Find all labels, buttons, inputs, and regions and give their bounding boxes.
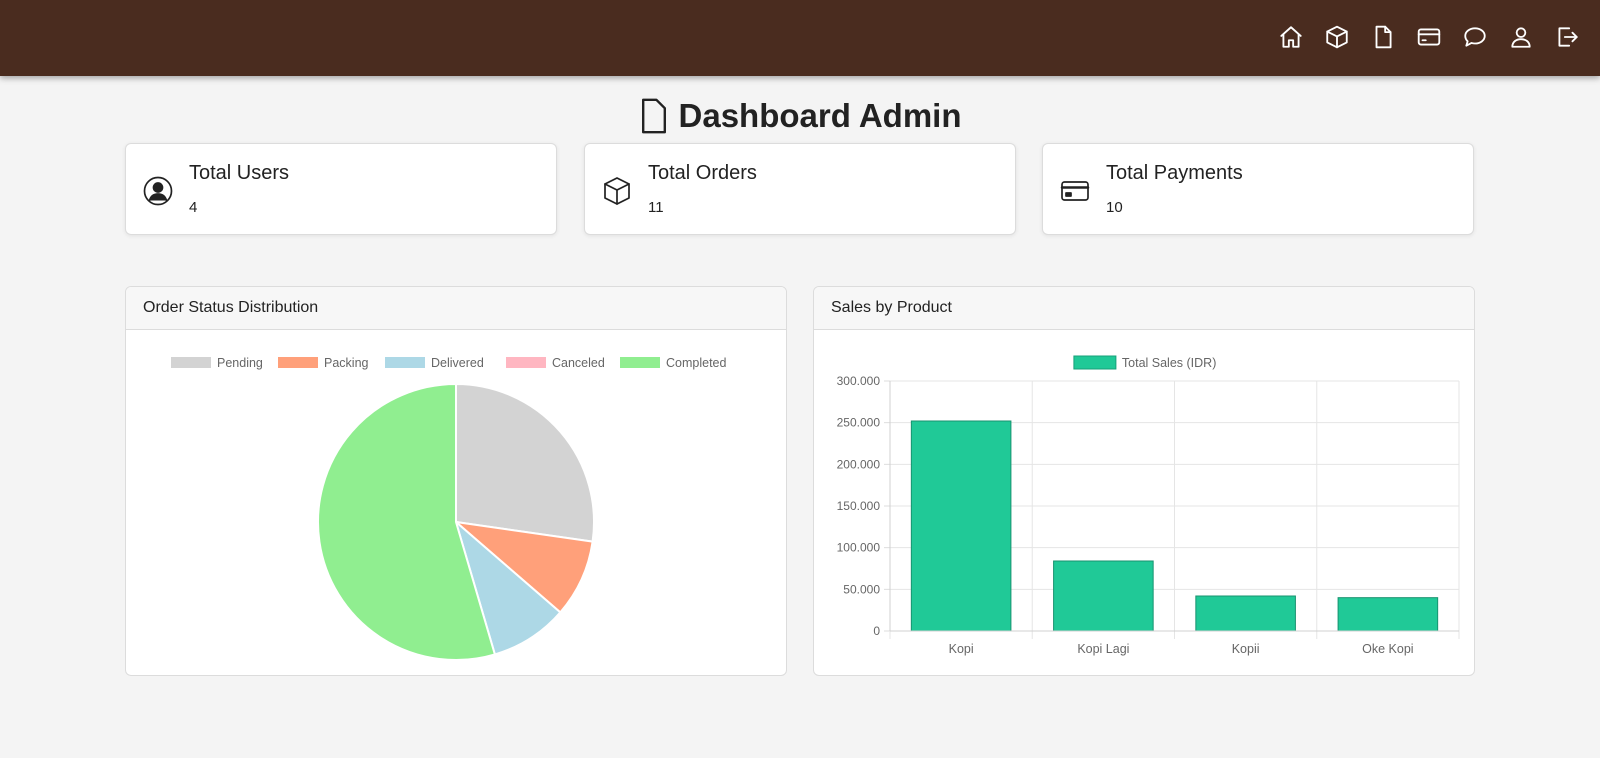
legend-swatch-delivered[interactable] bbox=[385, 357, 425, 368]
legend-label-pending[interactable]: Pending bbox=[217, 356, 263, 370]
y-tick-label: 50.000 bbox=[843, 582, 880, 596]
legend-label-total-sales[interactable]: Total Sales (IDR) bbox=[1122, 356, 1216, 370]
document-icon[interactable] bbox=[1368, 21, 1398, 53]
page-title-text: Dashboard Admin bbox=[678, 97, 962, 134]
page-title: Dashboard Admin bbox=[0, 94, 1600, 138]
y-tick-label: 250.000 bbox=[837, 416, 881, 430]
top-navbar bbox=[0, 0, 1600, 76]
bar-oke-kopi[interactable] bbox=[1337, 597, 1439, 632]
sales-by-product-panel: Sales by Product Total Sales (IDR) 0 50.00… bbox=[813, 286, 1475, 676]
bar-kopii[interactable] bbox=[1195, 595, 1296, 632]
legend-swatch-packing[interactable] bbox=[278, 357, 318, 368]
y-tick-label: 150.000 bbox=[837, 499, 881, 513]
total-users-card: Total Users 4 bbox=[125, 143, 557, 235]
y-tick-label: 0 bbox=[873, 624, 880, 638]
total-payments-card: Total Payments 10 bbox=[1042, 143, 1474, 235]
legend-swatch-completed[interactable] bbox=[620, 357, 660, 368]
pie-slice-pending[interactable] bbox=[455, 382, 595, 543]
total-users-title: Total Users bbox=[189, 162, 290, 184]
legend-label-packing[interactable]: Packing bbox=[324, 356, 369, 370]
y-tick-label: 100.000 bbox=[837, 541, 881, 555]
total-payments-value: 10 bbox=[1106, 199, 1123, 216]
bar-kopi-lagi[interactable] bbox=[1053, 560, 1154, 632]
x-tick-label-oke-kopi: Oke Kopi bbox=[1362, 642, 1413, 656]
credit-card-icon bbox=[1059, 175, 1091, 207]
total-users-value: 4 bbox=[189, 199, 198, 216]
x-tick-label-kopi: Kopi bbox=[949, 642, 974, 656]
logout-icon[interactable] bbox=[1552, 21, 1582, 53]
total-orders-card: Total Orders 11 bbox=[584, 143, 1016, 235]
box-icon[interactable] bbox=[1322, 21, 1352, 53]
legend-swatch-total-sales[interactable] bbox=[1073, 355, 1117, 370]
legend-swatch-pending[interactable] bbox=[171, 357, 211, 368]
chat-icon[interactable] bbox=[1460, 21, 1490, 53]
credit-card-icon[interactable] bbox=[1414, 21, 1444, 53]
bar-kopi[interactable] bbox=[910, 420, 1012, 632]
order-status-pie-chart: Pending Packing Delivered Canceled Completed bbox=[171, 356, 726, 661]
total-payments-title: Total Payments bbox=[1106, 162, 1243, 184]
home-icon[interactable] bbox=[1276, 21, 1306, 53]
legend-label-canceled[interactable]: Canceled bbox=[552, 356, 605, 370]
x-tick-label-kopii: Kopii bbox=[1232, 642, 1260, 656]
document-icon bbox=[641, 98, 666, 134]
legend-swatch-canceled[interactable] bbox=[506, 357, 546, 368]
y-tick-label: 300.000 bbox=[837, 374, 881, 388]
sales-bar-chart: Total Sales (IDR) 0 50.000 100.000 150.000 20… bbox=[837, 355, 1460, 656]
legend-label-completed[interactable]: Completed bbox=[666, 356, 726, 370]
total-orders-title: Total Orders bbox=[648, 162, 757, 184]
order-status-title: Order Status Distribution bbox=[126, 287, 786, 330]
total-orders-value: 11 bbox=[648, 199, 664, 216]
box-icon bbox=[601, 175, 633, 207]
nav-icons bbox=[1276, 21, 1582, 53]
sales-by-product-title: Sales by Product bbox=[814, 287, 1474, 330]
user-icon[interactable] bbox=[1506, 21, 1536, 53]
y-tick-label: 200.000 bbox=[837, 457, 881, 471]
x-tick-label-kopi-lagi: Kopi Lagi bbox=[1077, 642, 1129, 656]
user-circle-icon bbox=[142, 175, 174, 207]
order-status-panel: Order Status Distribution Pending Packing… bbox=[125, 286, 787, 676]
legend-label-delivered[interactable]: Delivered bbox=[431, 356, 484, 370]
